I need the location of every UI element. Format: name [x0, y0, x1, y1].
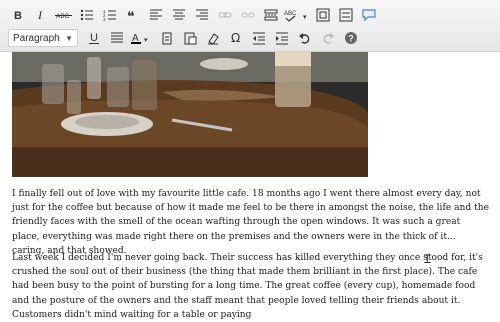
svg-text:B: B [14, 10, 22, 22]
svg-text:I: I [37, 8, 43, 22]
chevron-down-icon: ▼ [65, 33, 73, 43]
insert-link-icon[interactable] [215, 5, 235, 25]
bullet-list-icon[interactable] [77, 5, 97, 25]
bold-icon[interactable]: B [8, 5, 28, 25]
svg-text:▾: ▾ [303, 14, 307, 21]
svg-text:U: U [90, 32, 98, 44]
svg-text:3: 3 [103, 17, 106, 22]
spellcheck-icon[interactable]: ABC ▾ [284, 5, 310, 25]
svg-text:Ω: Ω [231, 31, 240, 45]
italic-icon[interactable]: I [31, 5, 51, 25]
editor: B I ABC 123 ❝ ABC ▾ Paragraph ▼ U A ▾ Ω … [0, 0, 500, 320]
svg-text:?: ? [348, 34, 354, 44]
svg-text:▾: ▾ [144, 37, 148, 44]
editor-toolbar: B I ABC 123 ❝ ABC ▾ Paragraph ▼ U A ▾ Ω … [0, 0, 500, 52]
format-select-value: Paragraph [13, 32, 60, 44]
speech-bubble-icon[interactable] [359, 5, 379, 25]
indent-icon[interactable] [272, 28, 292, 48]
justify-icon[interactable] [107, 28, 127, 48]
text-color-icon[interactable]: A ▾ [130, 28, 154, 48]
text-cursor: Ɪ [424, 252, 431, 266]
toolbar-row-1: B I ABC 123 ❝ ABC ▾ [8, 4, 382, 26]
clear-formatting-icon[interactable] [203, 28, 223, 48]
editor-content[interactable]: I finally fell out of love with my favou… [0, 52, 500, 320]
blockquote-icon[interactable]: ❝ [123, 5, 143, 25]
cafe-photo [12, 52, 368, 177]
insert-more-icon[interactable] [261, 5, 281, 25]
align-left-icon[interactable] [146, 5, 166, 25]
outdent-icon[interactable] [249, 28, 269, 48]
paragraph-2: Last week I decided I'm never going back… [12, 253, 483, 320]
help-icon[interactable]: ? [341, 28, 361, 48]
paste-as-text-icon[interactable] [157, 28, 177, 48]
toolbar-toggle-icon[interactable] [336, 5, 356, 25]
align-center-icon[interactable] [169, 5, 189, 25]
redo-icon[interactable] [318, 28, 338, 48]
paragraph-1: I finally fell out of love with my favou… [12, 189, 489, 256]
fullscreen-icon[interactable] [313, 5, 333, 25]
align-right-icon[interactable] [192, 5, 212, 25]
toolbar-row-2: Paragraph ▼ U A ▾ Ω ? [8, 27, 364, 49]
special-character-icon[interactable]: Ω [226, 28, 246, 48]
unlink-icon[interactable] [238, 5, 258, 25]
underline-icon[interactable]: U [84, 28, 104, 48]
strikethrough-icon[interactable]: ABC [54, 5, 74, 25]
svg-text:ABC: ABC [56, 13, 70, 20]
paste-from-word-icon[interactable] [180, 28, 200, 48]
svg-text:❝: ❝ [127, 9, 135, 22]
numbered-list-icon[interactable]: 123 [100, 5, 120, 25]
format-select[interactable]: Paragraph ▼ [8, 29, 78, 47]
undo-icon[interactable] [295, 28, 315, 48]
